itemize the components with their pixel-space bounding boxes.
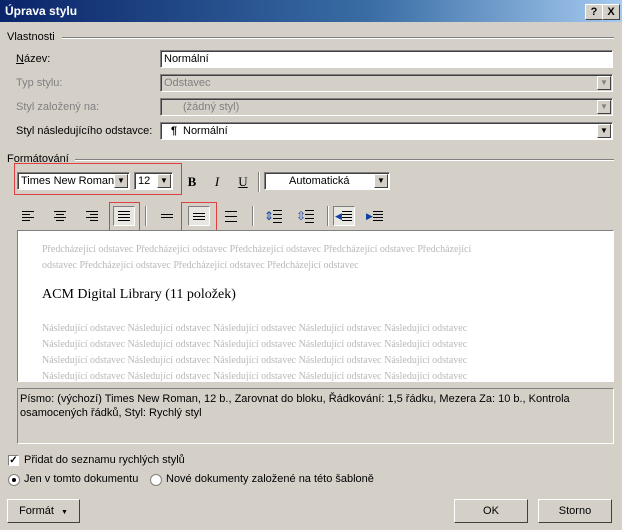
previous-line: Předcházející odstavec Předcházející ods… [42, 244, 472, 255]
paragraph-icon: ¶ [171, 125, 178, 137]
following-paragraph-text: Následující odstavec Následující odstave… [42, 321, 602, 382]
align-right-icon[interactable] [81, 206, 103, 226]
based-on-label: Styl založený na: [16, 101, 100, 113]
new-documents-radio[interactable] [150, 474, 162, 486]
font-size-select[interactable]: 12 ▼ [134, 172, 173, 190]
name-input-value: Normální [164, 53, 209, 65]
next-style-value: Normální [183, 125, 228, 137]
space-before-increase-icon[interactable]: ⇕ [263, 206, 285, 226]
chevron-down-icon: ▼ [597, 76, 611, 90]
align-justify-icon[interactable] [113, 206, 135, 226]
previous-paragraph-text: Předcházející odstavec Předcházející ods… [42, 242, 602, 274]
following-line: Následující odstavec Následující odstave… [42, 355, 468, 366]
window-title: Úprava stylu [5, 4, 78, 18]
align-left-icon[interactable] [17, 206, 39, 226]
formatting-divider [75, 159, 614, 161]
based-on-select-value: (žádný styl) [183, 101, 240, 113]
sample-text: ACM Digital Library (11 položek) [42, 287, 236, 302]
space-before-decrease-icon[interactable]: ⇳ [295, 206, 317, 226]
chevron-down-icon[interactable]: ▼ [374, 174, 388, 188]
toolbar-separator [145, 206, 147, 226]
following-line: Následující odstavec Následující odstave… [42, 323, 468, 334]
properties-divider [62, 37, 614, 39]
next-style-select[interactable]: ¶ Normální ▼ [160, 122, 613, 140]
italic-button[interactable]: I [206, 172, 228, 192]
chevron-down-icon: ▼ [60, 509, 68, 516]
following-line: Následující odstavec Následující odstave… [42, 339, 468, 350]
new-documents-label: Nové dokumenty založené na této šabloně [166, 473, 374, 485]
name-label: Název: [16, 53, 51, 65]
cancel-button[interactable]: Storno [538, 499, 612, 523]
help-button[interactable]: ? [585, 4, 603, 20]
only-document-radio[interactable] [8, 474, 20, 486]
type-label: Typ stylu: [16, 77, 63, 89]
following-line: Následující odstavec Následující odstave… [42, 371, 468, 382]
toolbar-separator [258, 172, 260, 192]
format-button-label: Formát [19, 505, 54, 517]
next-style-label: Styl následujícího odstavce: [16, 125, 153, 137]
name-input[interactable]: Normální [160, 50, 613, 68]
style-description: Písmo: (výchozí) Times New Roman, 12 b.,… [17, 388, 614, 444]
font-size-value: 12 [138, 175, 151, 187]
add-quick-styles-label: Přidat do seznamu rychlých stylů [24, 454, 185, 466]
based-on-select: (žádný styl) ▼ [160, 98, 613, 116]
type-select: Odstavec ▼ [160, 74, 613, 92]
chevron-down-icon[interactable]: ▼ [157, 174, 171, 188]
style-preview: Předcházející odstavec Předcházející ods… [17, 230, 614, 382]
font-color-value: Automatická [289, 175, 350, 187]
toolbar-separator [327, 206, 329, 226]
font-name-select[interactable]: Times New Roman ▼ [17, 172, 130, 190]
one-half-spacing-icon[interactable] [188, 206, 210, 226]
double-spacing-icon[interactable] [220, 206, 242, 226]
properties-group-label: Vlastnosti [7, 31, 59, 43]
decrease-indent-icon[interactable]: ◀ [333, 206, 355, 226]
add-quick-styles-checkbox[interactable]: ✓ [8, 455, 19, 466]
increase-indent-icon[interactable]: ▶ [365, 206, 387, 226]
align-center-icon[interactable] [49, 206, 71, 226]
close-button[interactable]: X [602, 4, 620, 20]
type-select-value: Odstavec [164, 77, 211, 89]
format-button[interactable]: Formát ▼ [7, 499, 80, 523]
chevron-down-icon[interactable]: ▼ [597, 124, 611, 138]
bold-button[interactable]: B [181, 172, 203, 192]
font-color-select[interactable]: Automatická ▼ [264, 172, 390, 190]
underline-button[interactable]: U [232, 172, 254, 192]
chevron-down-icon: ▼ [597, 100, 611, 114]
only-document-label: Jen v tomto dokumentu [24, 473, 139, 485]
font-name-value: Times New Roman [21, 175, 115, 187]
title-bar: Úprava stylu ? X [0, 0, 622, 22]
toolbar-separator [252, 206, 254, 226]
single-spacing-icon[interactable] [156, 206, 178, 226]
ok-button[interactable]: OK [454, 499, 528, 523]
previous-line: odstavec Předcházející odstavec Předcház… [42, 260, 359, 271]
chevron-down-icon[interactable]: ▼ [114, 174, 128, 188]
